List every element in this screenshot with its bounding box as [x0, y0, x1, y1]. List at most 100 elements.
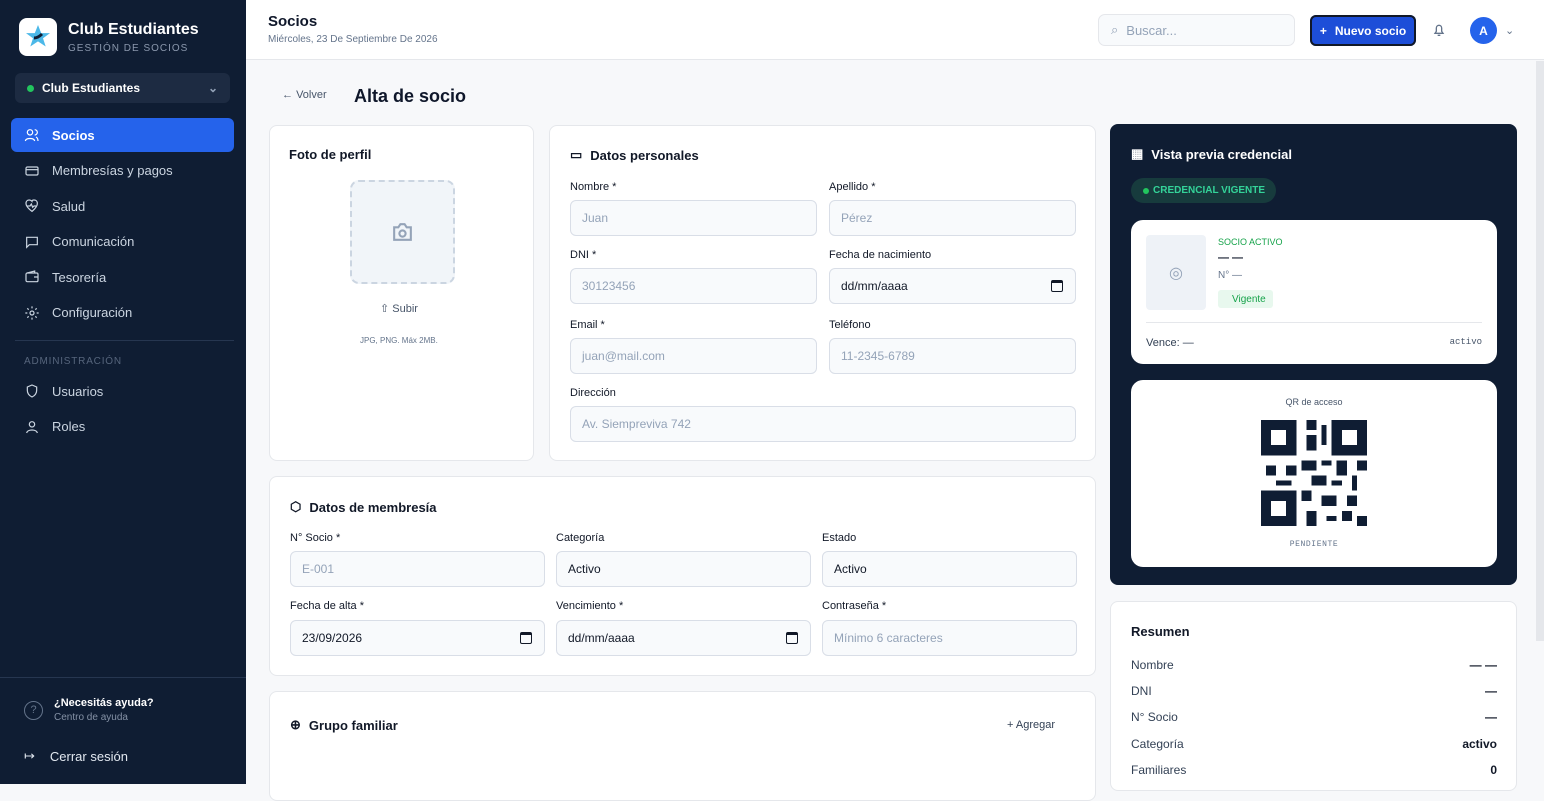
- logout-icon: ↦: [24, 748, 35, 763]
- summary-row: Nombre — —: [1131, 658, 1497, 672]
- top-bar: Socios Miércoles, 23 De Septiembre De 20…: [246, 0, 1544, 60]
- member-number-field[interactable]: E-001: [290, 551, 545, 587]
- calendar-icon[interactable]: [1051, 280, 1063, 292]
- status-dot: [27, 84, 34, 92]
- new-member-button[interactable]: + Nuevo socio: [1310, 15, 1416, 46]
- summary-value: —: [1485, 710, 1497, 724]
- current-date: Miércoles, 23 De Septiembre De 2026: [268, 34, 438, 45]
- admin-nav: Usuarios Roles: [11, 374, 234, 445]
- calendar-icon[interactable]: [520, 632, 532, 644]
- sidebar-item-membresias[interactable]: Membresías y pagos: [11, 154, 234, 188]
- surname-field[interactable]: Pérez: [829, 200, 1076, 236]
- credential-expiry: Vence: —: [1146, 337, 1194, 349]
- summary-value: —: [1485, 684, 1497, 698]
- upload-button[interactable]: ⇧ Subir: [380, 302, 418, 315]
- main-nav: Socios Membresías y pagos Salud Comunica…: [11, 118, 234, 331]
- heart-pulse-icon: [25, 199, 38, 213]
- user-avatar[interactable]: A: [1470, 17, 1497, 44]
- sidebar-item-label: Salud: [52, 198, 86, 214]
- photo-card: Foto de perfil ⇧ Subir JPG, PNG. Máx 2MB…: [269, 125, 534, 461]
- membership-title: ⬡ Datos de membresía: [290, 499, 437, 515]
- status-label: Estado: [822, 532, 857, 544]
- credential-type: SOCIO ACTIVO: [1218, 237, 1283, 247]
- qr-icon: ▦: [1131, 146, 1144, 161]
- member-number-label: N° Socio *: [290, 532, 341, 544]
- surname-placeholder: Pérez: [841, 211, 873, 225]
- card-icon: [25, 165, 39, 176]
- help-link[interactable]: ? ¿Necesitás ayuda? Centro de ayuda: [24, 697, 154, 723]
- birthdate-value: dd/mm/aaaa: [841, 279, 908, 293]
- vigente-badge: Vigente: [1218, 290, 1273, 308]
- page-title: Socios: [268, 13, 318, 30]
- summary-label: N° Socio: [1131, 710, 1178, 724]
- dni-field[interactable]: 30123456: [570, 268, 817, 304]
- sidebar-item-label: Configuración: [52, 305, 133, 320]
- summary-value: 0: [1490, 763, 1497, 777]
- logout-button[interactable]: ↦ Cerrar sesión: [24, 748, 128, 764]
- password-placeholder: Mínimo 6 caracteres: [834, 631, 943, 645]
- personal-title-text: Datos personales: [590, 147, 699, 163]
- users-icon: [24, 129, 39, 142]
- new-member-label: Nuevo socio: [1334, 23, 1407, 38]
- credential-category: activo: [1449, 337, 1482, 347]
- help-icon: ?: [24, 700, 43, 720]
- add-family-button[interactable]: + Agregar: [1007, 719, 1055, 731]
- status-select[interactable]: Activo: [822, 551, 1077, 587]
- dni-placeholder: 30123456: [582, 279, 636, 293]
- expiry-value: dd/mm/aaaa: [568, 631, 635, 645]
- sidebar-item-roles[interactable]: Roles: [11, 410, 234, 444]
- search-input[interactable]: ⌕ Buscar...: [1098, 14, 1295, 46]
- category-select[interactable]: Activo: [556, 551, 811, 587]
- sidebar-item-label: Socios: [52, 127, 95, 143]
- sidebar-item-usuarios[interactable]: Usuarios: [11, 374, 234, 408]
- surname-label: Apellido *: [829, 181, 876, 193]
- calendar-icon[interactable]: [786, 632, 798, 644]
- member-credential: ◎ SOCIO ACTIVO — — N° — Vigente Vence: —…: [1131, 220, 1497, 364]
- sidebar-item-salud[interactable]: Salud: [11, 189, 234, 223]
- chevron-down-icon: ⌄: [207, 81, 218, 95]
- summary-row: Categoría activo: [1131, 737, 1497, 751]
- back-label: Volver: [296, 89, 327, 101]
- name-field[interactable]: Juan: [570, 200, 817, 236]
- category-value: Activo: [568, 562, 601, 576]
- family-title: ⊕ Grupo familiar: [290, 717, 398, 733]
- summary-value: activo: [1462, 737, 1497, 751]
- search-icon: ⌕: [1111, 22, 1119, 37]
- photo-dropzone[interactable]: [350, 180, 455, 284]
- main-content: ← Volver Alta de socio Foto de perfil ⇧ …: [246, 61, 1544, 801]
- sidebar-item-tesoreria[interactable]: Tesorería: [11, 260, 234, 294]
- dni-label: DNI *: [570, 249, 597, 261]
- wallet-icon: [25, 270, 39, 283]
- chevron-down-icon[interactable]: ⌄: [1505, 24, 1514, 37]
- status-value: Activo: [834, 562, 867, 576]
- bell-icon[interactable]: [1431, 22, 1447, 38]
- scrollbar[interactable]: [1536, 61, 1544, 641]
- birthdate-field[interactable]: dd/mm/aaaa: [829, 268, 1076, 304]
- expiry-field[interactable]: dd/mm/aaaa: [556, 620, 811, 656]
- sidebar-item-configuracion[interactable]: Configuración: [11, 296, 234, 330]
- phone-field[interactable]: 11-2345-6789: [829, 338, 1076, 374]
- summary-label: DNI: [1131, 684, 1152, 698]
- back-button[interactable]: ← Volver: [282, 89, 327, 101]
- brand: Club Estudiantes GESTIÓN DE SOCIOS: [19, 18, 199, 56]
- shield-icon: ⬡: [290, 499, 302, 514]
- email-field[interactable]: juan@mail.com: [570, 338, 817, 374]
- password-label: Contraseña *: [822, 600, 887, 612]
- message-icon: [26, 236, 38, 249]
- sidebar-item-comunicacion[interactable]: Comunicación: [11, 225, 234, 259]
- password-field[interactable]: Mínimo 6 caracteres: [822, 620, 1077, 656]
- add-family-label: Agregar: [1015, 719, 1056, 731]
- app-subtitle: GESTIÓN DE SOCIOS: [68, 42, 189, 54]
- camera-icon: ◎: [1169, 264, 1183, 282]
- summary-label: Familiares: [1131, 763, 1187, 777]
- start-date-field[interactable]: 23/09/2026: [290, 620, 545, 656]
- address-field[interactable]: Av. Siempreviva 742: [570, 406, 1076, 442]
- member-number-placeholder: E-001: [302, 562, 335, 576]
- email-label: Email *: [570, 319, 605, 331]
- club-selector[interactable]: Club Estudiantes ⌄: [15, 73, 230, 103]
- sidebar-item-label: Roles: [52, 419, 86, 434]
- sidebar-item-label: Usuarios: [52, 383, 104, 399]
- credential-photo: ◎: [1146, 235, 1206, 310]
- sidebar-item-socios[interactable]: Socios: [11, 118, 234, 152]
- upload-icon: ⇧: [380, 303, 390, 315]
